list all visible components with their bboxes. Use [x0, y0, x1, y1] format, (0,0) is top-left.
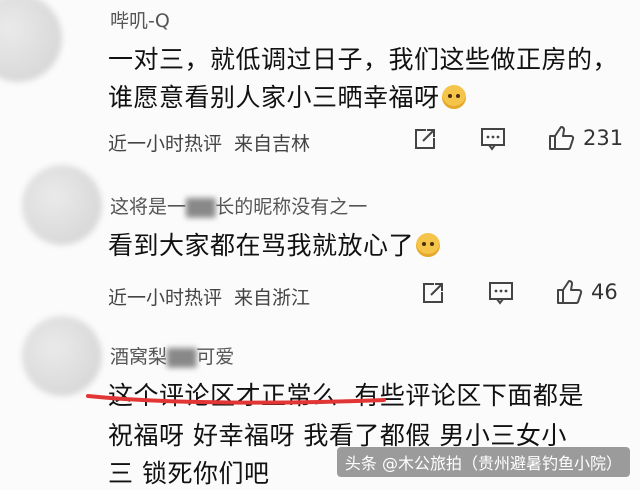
comment-icon — [481, 128, 505, 151]
watermark: 头条 @木公旅拍（贵州避暑钓鱼小院） — [336, 447, 630, 477]
like-button[interactable]: 46 — [555, 278, 618, 306]
thumbs-up-icon — [557, 280, 583, 304]
repost-button[interactable] — [421, 281, 445, 305]
username-part: 长的昵称没有之一 — [215, 196, 368, 218]
red-underline — [86, 394, 386, 405]
username[interactable]: 这将是一▇▇长的昵称没有之一 — [110, 192, 367, 219]
repost-icon — [423, 283, 443, 303]
username[interactable]: 哔叽-Q — [110, 6, 170, 33]
repost-button[interactable] — [413, 127, 437, 151]
repost-icon — [415, 129, 435, 149]
comment-text: 看到大家都在骂我就放心了 — [108, 226, 441, 262]
avatar[interactable] — [22, 316, 102, 396]
username-part: 可爱 — [196, 346, 235, 368]
blurred-text: ▇▇ — [167, 346, 197, 368]
hot-comment-time: 近一小时热评 — [108, 287, 223, 309]
doge-emoji-icon — [441, 85, 466, 109]
avatar[interactable] — [22, 165, 102, 245]
comment-meta: 近一小时热评 来自吉林 — [108, 129, 310, 156]
hot-comment-time: 近一小时热评 — [108, 133, 223, 155]
comment-text: 谁愿意看别人家小三晒幸福呀 — [108, 78, 466, 114]
avatar[interactable] — [0, 0, 62, 82]
blurred-text: ▇▇ — [186, 196, 216, 218]
like-count: 231 — [583, 126, 624, 150]
like-count: 46 — [591, 280, 618, 304]
doge-emoji-icon — [416, 233, 441, 257]
username[interactable]: 酒窝梨▇▇可爱 — [110, 342, 234, 369]
comment-text: 一对三，就低调过日子，我们这些做正房的， — [108, 45, 619, 74]
username-part: 这将是一 — [110, 196, 187, 218]
location: 来自吉林 — [234, 133, 311, 155]
comment-text: 三 锁死你们吧 — [108, 459, 270, 488]
reply-button[interactable] — [488, 281, 514, 305]
like-button[interactable]: 231 — [547, 124, 623, 152]
thumbs-up-icon — [549, 126, 575, 150]
location: 来自浙江 — [234, 287, 311, 309]
username-part: 酒窝梨 — [110, 346, 168, 368]
comment-icon — [489, 282, 513, 305]
reply-button[interactable] — [480, 127, 506, 151]
comment-meta: 近一小时热评 来自浙江 — [108, 283, 310, 310]
